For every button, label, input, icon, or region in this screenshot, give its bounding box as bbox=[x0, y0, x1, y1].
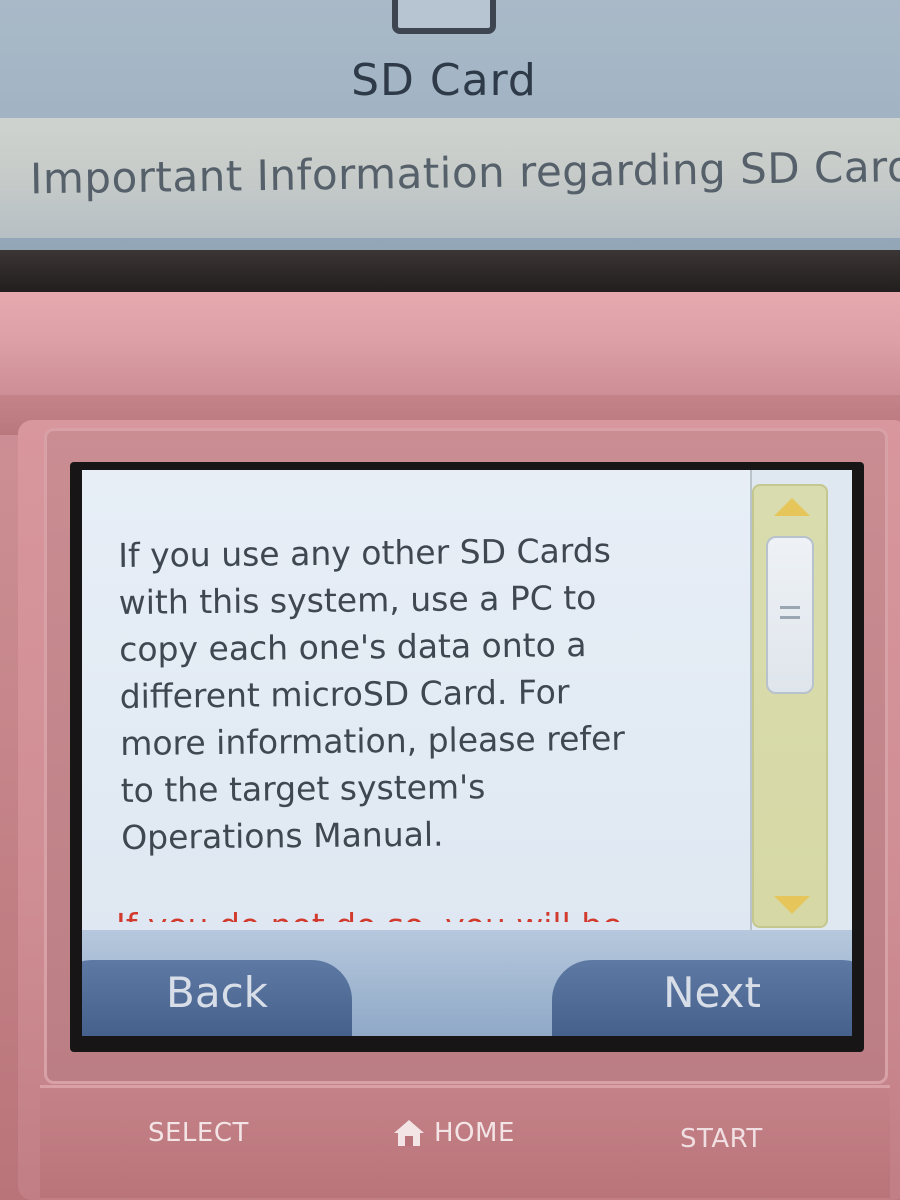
home-icon bbox=[392, 1118, 426, 1148]
back-button[interactable]: Back bbox=[82, 960, 352, 1036]
button-bar: Back Next bbox=[82, 930, 852, 1036]
home-button[interactable]: HOME bbox=[392, 1118, 515, 1148]
start-button[interactable]: START bbox=[680, 1124, 763, 1154]
select-button[interactable]: SELECT bbox=[148, 1118, 249, 1148]
grip-line bbox=[780, 616, 800, 619]
scroll-up-arrow-icon[interactable] bbox=[774, 498, 810, 516]
touch-screen: If you use any other SD Cards with this … bbox=[82, 470, 852, 1036]
top-bezel bbox=[0, 250, 900, 298]
scrollbar[interactable] bbox=[752, 484, 828, 928]
scroll-thumb[interactable] bbox=[766, 536, 814, 694]
top-screen-title: SD Card bbox=[351, 55, 537, 106]
next-button[interactable]: Next bbox=[552, 960, 852, 1036]
grip-line bbox=[780, 606, 800, 609]
sd-card-icon bbox=[392, 0, 496, 34]
home-button-label: HOME bbox=[434, 1118, 515, 1148]
message-panel: If you use any other SD Cards with this … bbox=[82, 470, 752, 930]
device-photo: SD Card Important Information regarding … bbox=[0, 0, 900, 1200]
warning-text: If you do not do so, you will be bbox=[116, 902, 736, 922]
scroll-down-arrow-icon[interactable] bbox=[774, 896, 810, 914]
message-text: If you use any other SD Cards with this … bbox=[118, 530, 626, 857]
top-screen: SD Card Important Information regarding … bbox=[0, 0, 900, 268]
